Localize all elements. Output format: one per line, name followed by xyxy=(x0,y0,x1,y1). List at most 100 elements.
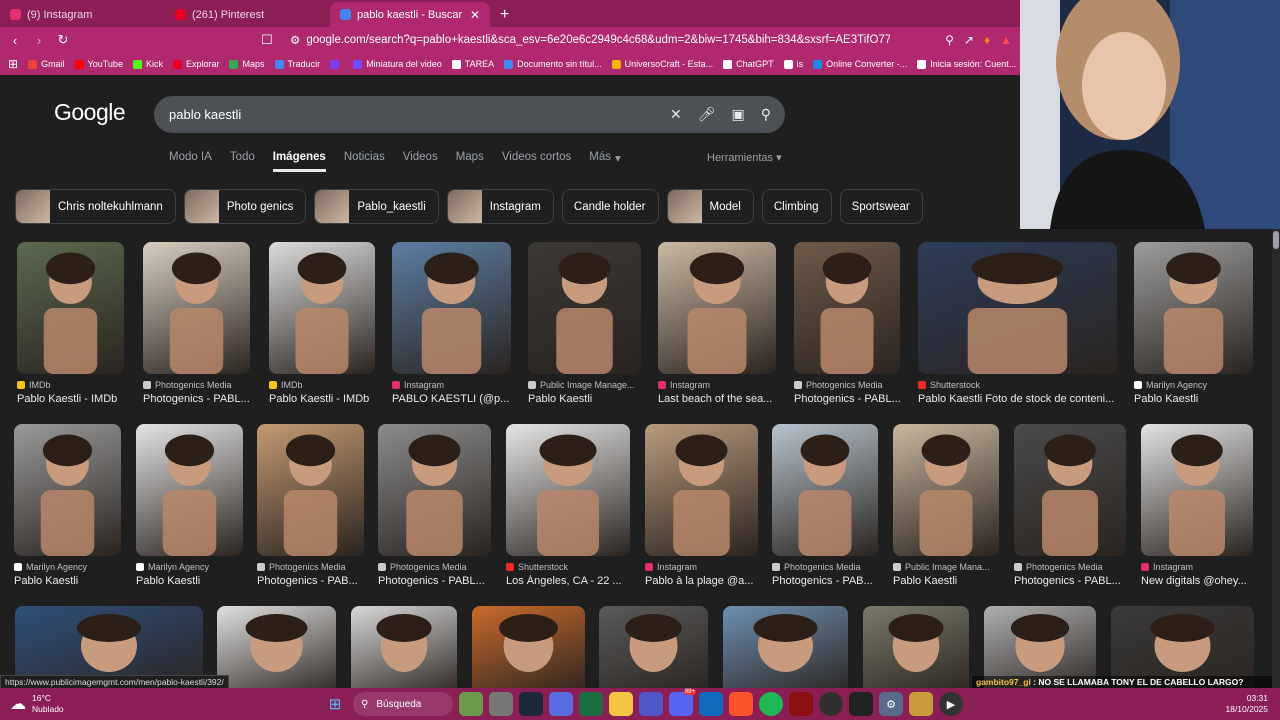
tab-maps[interactable]: Maps xyxy=(456,151,484,172)
image-result[interactable]: Photogenics Media Photogenics - PABL... xyxy=(794,242,900,405)
image-result[interactable]: Marilyn Agency Pablo Kaestli xyxy=(136,424,243,587)
page-scrollbar[interactable] xyxy=(1272,229,1280,688)
discord-icon[interactable]: 99+ xyxy=(669,689,696,716)
search-icon[interactable]: ⚲ xyxy=(761,106,771,123)
result-source[interactable]: Marilyn Agency xyxy=(1134,380,1253,390)
result-thumbnail[interactable] xyxy=(257,424,364,556)
bookmark-item[interactable]: Documento sin títul... xyxy=(504,59,602,69)
media-player-icon[interactable]: ▶ xyxy=(939,692,963,716)
search-input[interactable]: pablo kaestli xyxy=(169,107,241,122)
system-clock[interactable]: 03:31 18/10/2025 xyxy=(1225,693,1268,715)
tab-videos[interactable]: Videos xyxy=(403,151,438,172)
result-title[interactable]: Pablo Kaestli - IMDb xyxy=(269,393,375,405)
weather-widget[interactable]: ☁ 16°C Nublado xyxy=(0,693,64,715)
result-title[interactable]: Los Ángeles, CA - 22 ... xyxy=(506,575,630,587)
image-result[interactable]: Photogenics Media Photogenics - PABL... xyxy=(143,242,250,405)
result-thumbnail[interactable] xyxy=(1141,424,1253,556)
image-result[interactable] xyxy=(863,606,969,688)
result-source[interactable]: Shutterstock xyxy=(506,562,630,572)
image-result[interactable]: Marilyn Agency Pablo Kaestli xyxy=(1134,242,1253,405)
app-icon-red[interactable] xyxy=(789,692,813,716)
result-source[interactable]: Instagram xyxy=(1141,562,1253,572)
clear-icon[interactable]: ✕ xyxy=(670,106,682,123)
bookmark-item[interactable]: Inicia sesión: Cuent... xyxy=(917,59,1016,69)
browser-tab[interactable]: (261) Pinterest xyxy=(165,2,330,27)
image-result[interactable]: Instagram Last beach of the sea... xyxy=(658,242,776,405)
result-title[interactable]: Last beach of the sea... xyxy=(658,393,776,405)
address-bar[interactable]: ⚙ google.com/search?q=pablo+kaestli&sca_… xyxy=(290,33,890,47)
bookmark-item[interactable]: Gmail xyxy=(28,59,65,69)
browser-tab[interactable]: (9) Instagram xyxy=(0,2,165,27)
image-result[interactable]: Public Image Manage... Pablo Kaestli xyxy=(528,242,641,405)
zoom-icon[interactable]: ⚲ xyxy=(945,33,954,47)
related-chip[interactable]: Model xyxy=(666,189,754,224)
outlook-icon[interactable] xyxy=(699,692,723,716)
result-thumbnail[interactable] xyxy=(392,242,511,374)
tools-button[interactable]: Herramientas ▾ xyxy=(707,151,782,164)
result-title[interactable]: Pablo Kaestli xyxy=(528,393,641,405)
share-icon[interactable]: ↗ xyxy=(964,33,974,47)
related-chip[interactable]: Candle holder xyxy=(561,189,659,224)
result-source[interactable]: Shutterstock xyxy=(918,380,1117,390)
result-title[interactable]: Photogenics - PAB... xyxy=(257,575,364,587)
image-result[interactable] xyxy=(217,606,336,688)
capcut-icon[interactable] xyxy=(849,692,873,716)
spotify-icon[interactable] xyxy=(759,692,783,716)
result-source[interactable]: Marilyn Agency xyxy=(136,562,243,572)
result-thumbnail[interactable] xyxy=(143,242,250,374)
forward-icon[interactable]: › xyxy=(32,33,46,48)
related-chip[interactable]: Chris noltekuhlmann xyxy=(15,189,176,224)
image-result[interactable]: Photogenics Media Photogenics - PABL... xyxy=(1014,424,1126,587)
result-title[interactable]: Pablo Kaestli xyxy=(136,575,243,587)
lens-icon[interactable]: ▣ xyxy=(732,106,745,123)
result-title[interactable]: Photogenics - PABL... xyxy=(794,393,900,405)
bookmark-item[interactable] xyxy=(330,59,343,69)
bookmark-item[interactable]: Kick xyxy=(132,59,163,69)
result-thumbnail[interactable] xyxy=(14,424,121,556)
bookmark-item[interactable]: Explorar xyxy=(172,59,219,69)
result-title[interactable]: Pablo Kaestli xyxy=(14,575,121,587)
reload-icon[interactable]: ↻ xyxy=(56,32,70,48)
image-result[interactable] xyxy=(723,606,848,688)
image-result[interactable] xyxy=(472,606,585,688)
image-result[interactable]: Marilyn Agency Pablo Kaestli xyxy=(14,424,121,587)
result-title[interactable]: Pablo Kaestli xyxy=(893,575,999,587)
settings-icon[interactable]: ⚙ xyxy=(879,692,903,716)
bookmark-icon[interactable]: ☐ xyxy=(260,32,274,48)
result-source[interactable]: Photogenics Media xyxy=(772,562,878,572)
tab-imágenes[interactable]: Imágenes xyxy=(272,151,326,172)
taskbar-search[interactable]: ⚲ Búsqueda xyxy=(353,692,453,716)
result-thumbnail[interactable] xyxy=(378,424,491,556)
steam-icon[interactable] xyxy=(519,692,543,716)
tab-modo-ia[interactable]: Modo IA xyxy=(169,151,212,172)
result-thumbnail[interactable] xyxy=(772,424,878,556)
related-chip[interactable]: Climbing xyxy=(761,189,832,224)
google-logo[interactable]: Google xyxy=(54,99,126,126)
bookmark-item[interactable]: TAREA xyxy=(451,59,494,69)
result-source[interactable]: Photogenics Media xyxy=(1014,562,1126,572)
result-source[interactable]: Instagram xyxy=(645,562,758,572)
image-result[interactable] xyxy=(599,606,708,688)
result-title[interactable]: Photogenics - PABL... xyxy=(378,575,491,587)
bookmark-item[interactable]: UniversoCraft - Esta... xyxy=(611,59,713,69)
bookmark-item[interactable]: ChatGPT xyxy=(723,59,774,69)
bookmark-item[interactable]: YouTube xyxy=(74,59,123,69)
close-tab-icon[interactable]: ✕ xyxy=(470,8,480,22)
file-explorer-icon[interactable] xyxy=(609,692,633,716)
tab-videos-cortos[interactable]: Videos cortos xyxy=(502,151,571,172)
apps-grid-icon[interactable]: ⊞ xyxy=(8,57,18,71)
image-result[interactable]: Photogenics Media Photogenics - PAB... xyxy=(257,424,364,587)
result-thumbnail[interactable] xyxy=(1014,424,1126,556)
back-icon[interactable]: ‹ xyxy=(8,33,22,48)
result-thumbnail[interactable] xyxy=(1134,242,1253,374)
result-title[interactable]: Pablo Kaestli - IMDb xyxy=(17,393,124,405)
result-title[interactable]: PABLO KAESTLI (@p... xyxy=(392,393,511,405)
related-chip[interactable]: Pablo_kaestli xyxy=(314,189,439,224)
result-thumbnail[interactable] xyxy=(893,424,999,556)
rewards-icon[interactable]: ▲ xyxy=(1000,33,1012,47)
result-source[interactable]: Instagram xyxy=(658,380,776,390)
image-result[interactable] xyxy=(351,606,457,688)
microphone-icon[interactable]: 🎤︎ xyxy=(698,106,716,123)
brave-shield-icon[interactable]: ♦ xyxy=(984,33,990,47)
image-result[interactable]: IMDb Pablo Kaestli - IMDb xyxy=(269,242,375,405)
